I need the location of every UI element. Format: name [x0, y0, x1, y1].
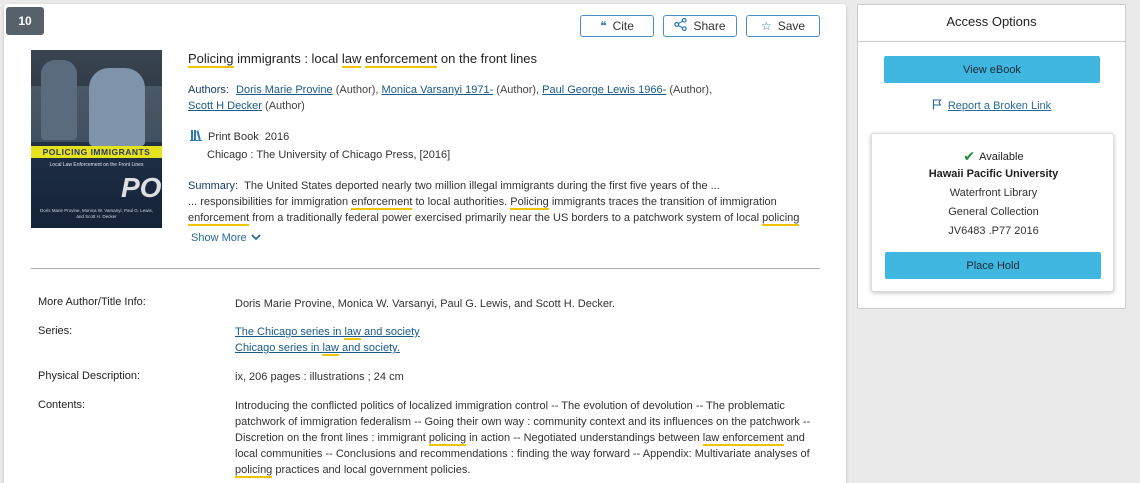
series-highlight: law [344, 326, 361, 340]
authors-label: Authors: [188, 84, 229, 96]
title-highlight: enforcement [365, 51, 438, 68]
contents-value: Introducing the conflicted politics of l… [235, 398, 820, 478]
show-more-toggle[interactable]: Show More [191, 232, 261, 244]
cover-figure-right [89, 68, 145, 146]
author-link[interactable]: Monica Varsanyi 1971- [382, 84, 494, 96]
summary-highlight: policing [762, 212, 800, 226]
title-text: on the front lines [437, 51, 538, 66]
save-button[interactable]: ☆ Save [746, 15, 820, 37]
author-link[interactable]: Paul George Lewis 1966- [542, 84, 666, 96]
contents-highlight: policing [235, 464, 273, 478]
summary-text: Summary: The United States deported nearl… [188, 178, 818, 226]
place-hold-button[interactable]: Place Hold [885, 252, 1101, 279]
library-name: Waterfront Library [949, 187, 1038, 199]
quote-icon: ❝ [600, 19, 607, 33]
series-link[interactable]: Chicago series in law and society. [235, 342, 400, 356]
author-link[interactable]: Doris Marie Provine [236, 84, 333, 96]
publication-year: 2016 [264, 130, 290, 143]
book-cover-image[interactable]: POLICING IMMIGRANTS Local Law Enforcemen… [31, 50, 162, 228]
author-role: (Author), [335, 84, 379, 96]
cite-button[interactable]: ❝ Cite [580, 15, 654, 37]
contents-text: in action -- Negotiated understandings b… [466, 432, 703, 444]
book-title-link[interactable]: Policing immigrants : local law enforcem… [188, 51, 808, 68]
share-icon [674, 17, 688, 34]
series-text: Chicago series in [235, 342, 323, 354]
cover-subtitle: Local Law Enforcement on the Front Lines [49, 162, 144, 168]
authors-list: Authors: Doris Marie Provine (Author), M… [188, 82, 748, 114]
format-label: Print Book [208, 130, 259, 143]
call-number: JV6483 .P77 2016 [948, 225, 1039, 237]
flag-icon [932, 99, 942, 113]
cite-label: Cite [612, 19, 634, 33]
summary-part: to local authorities. [412, 196, 511, 208]
save-label: Save [777, 19, 806, 33]
books-icon [190, 129, 202, 144]
contents-highlight: law enforcement [702, 432, 784, 446]
availability-row: ✔ Available [872, 148, 1115, 165]
contents-text: practices and local government policies. [272, 464, 471, 476]
chevron-down-icon [251, 232, 261, 244]
series-text: and society [360, 326, 420, 338]
star-icon: ☆ [760, 19, 772, 33]
access-options-title: Access Options [858, 5, 1125, 42]
publisher-info: Chicago : The University of Chicago Pres… [207, 149, 451, 161]
summary-highlight: enforcement [351, 196, 413, 210]
share-label: Share [693, 19, 726, 33]
author-link[interactable]: Scott H Decker [188, 100, 262, 112]
holdings-card: ✔ Available Hawaii Pacific University Wa… [871, 133, 1114, 292]
title-highlight: Policing [188, 51, 234, 68]
summary-highlight: enforcement [188, 212, 250, 226]
author-role: (Author), [669, 84, 713, 96]
summary-part: ... responsibilities for immigration [188, 196, 352, 208]
series-label: Series: [38, 325, 73, 337]
institution-name: Hawaii Pacific University [928, 168, 1059, 180]
cover-car-lettering: PO [121, 172, 162, 203]
summary-part: The United States deported nearly two mi… [244, 180, 720, 192]
title-highlight: law [341, 51, 362, 68]
result-number-badge: 10 [6, 7, 44, 35]
author-role: (Author) [265, 100, 305, 112]
physical-description-label: Physical Description: [38, 370, 141, 382]
section-divider [31, 268, 820, 269]
report-broken-link[interactable]: Report a Broken Link [858, 99, 1125, 113]
result-card: 10 ❝ Cite Share ☆ Save POLICING IMMIGRAN… [4, 4, 846, 483]
summary-highlight: Policing [510, 196, 549, 210]
more-info-label: More Author/Title Info: [38, 296, 146, 308]
format-row: Print Book 2016 [190, 129, 289, 144]
cover-figure-left [41, 60, 77, 140]
availability-status: Available [979, 150, 1024, 163]
title-text: immigrants : local [233, 51, 342, 66]
report-link-label: Report a Broken Link [947, 100, 1052, 112]
author-role: (Author), [496, 84, 540, 96]
cover-title: POLICING IMMIGRANTS [31, 146, 162, 158]
collection-name: General Collection [948, 206, 1039, 218]
series-text: and society. [338, 342, 400, 354]
checkmark-icon: ✔ [963, 148, 976, 164]
series-text: The Chicago series in [235, 326, 345, 338]
summary-part: immigrants traces the transition of immi… [548, 196, 777, 208]
view-ebook-button[interactable]: View eBook [884, 56, 1100, 83]
summary-part: from a traditionally federal power exerc… [249, 212, 763, 224]
contents-highlight: policing [428, 432, 467, 446]
more-info-value: Doris Marie Provine, Monica W. Varsanyi,… [235, 298, 616, 310]
series-link[interactable]: The Chicago series in law and society [235, 326, 420, 340]
series-highlight: law [322, 342, 339, 356]
summary-label: Summary: [188, 180, 239, 192]
cover-authors: Doris Marie Provine, Monica W. Varsanyi,… [40, 208, 153, 219]
share-button[interactable]: Share [663, 15, 737, 37]
series-list: The Chicago series in law and society Ch… [235, 324, 820, 356]
show-more-label: Show More [191, 232, 247, 244]
contents-label: Contents: [38, 399, 86, 411]
physical-description-value: ix, 206 pages : illustrations ; 24 cm [235, 371, 404, 383]
access-options-panel: Access Options View eBook Report a Broke… [857, 4, 1126, 309]
